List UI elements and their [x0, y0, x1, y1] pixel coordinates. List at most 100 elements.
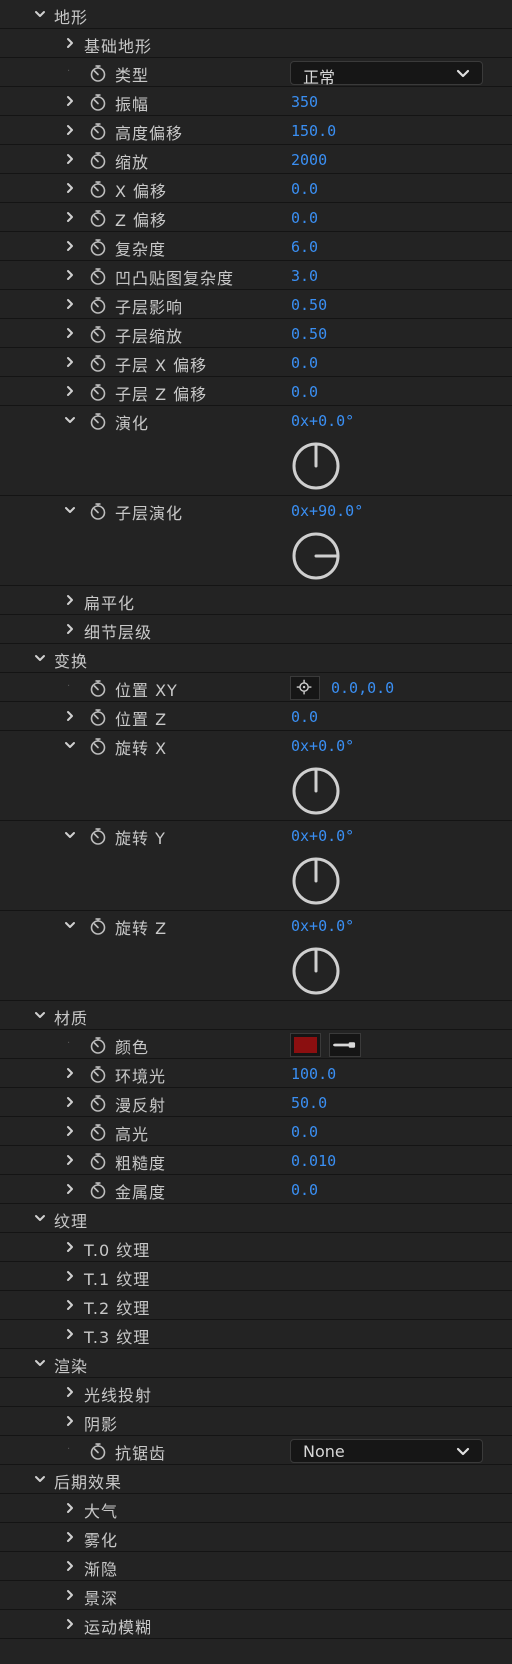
prop-ambient-value[interactable]: 100.0 [291, 1065, 336, 1083]
chevron-down-icon[interactable] [62, 412, 78, 428]
stopwatch-icon[interactable] [88, 916, 108, 936]
stopwatch-icon[interactable] [88, 92, 108, 112]
eyedropper-icon[interactable] [329, 1033, 361, 1057]
chevron-right-icon[interactable] [62, 1384, 78, 1400]
stopwatch-icon[interactable] [88, 266, 108, 286]
chevron-right-icon[interactable] [62, 354, 78, 370]
angle-dial[interactable] [290, 855, 342, 907]
chevron-right-icon[interactable] [62, 708, 78, 724]
chevron-right-icon[interactable] [62, 1094, 78, 1110]
chevron-right-icon[interactable] [62, 1500, 78, 1516]
stopwatch-icon[interactable] [88, 1180, 108, 1200]
stopwatch-icon[interactable] [88, 150, 108, 170]
crosshair-point-icon[interactable] [290, 676, 320, 700]
prop-sublayer-influence-value[interactable]: 0.50 [291, 296, 327, 314]
chevron-right-icon[interactable] [62, 1616, 78, 1632]
stopwatch-icon[interactable] [88, 1122, 108, 1142]
chevron-right-icon[interactable] [62, 1413, 78, 1429]
prop-amplitude-value[interactable]: 350 [291, 93, 318, 111]
angle-dial[interactable] [290, 945, 342, 997]
stopwatch-icon[interactable] [88, 1093, 108, 1113]
prop-sublayer-x-offset-value[interactable]: 0.0 [291, 354, 318, 372]
stopwatch-icon[interactable] [88, 353, 108, 373]
chevron-right-icon[interactable] [62, 1587, 78, 1603]
stopwatch-icon[interactable] [88, 382, 108, 402]
chevron-down-icon[interactable] [32, 1210, 48, 1226]
chevron-right-icon[interactable] [62, 93, 78, 109]
prop-diffuse-value[interactable]: 50.0 [291, 1094, 327, 1112]
prop-specular-value[interactable]: 0.0 [291, 1123, 318, 1141]
stopwatch-icon[interactable] [88, 237, 108, 257]
prop-position-xy-value[interactable]: 0.0,0.0 [331, 679, 394, 697]
prop-complexity-value[interactable]: 6.0 [291, 238, 318, 256]
chevron-down-icon[interactable] [62, 737, 78, 753]
angle-dial[interactable] [290, 765, 342, 817]
stopwatch-icon[interactable] [88, 1064, 108, 1084]
chevron-right-icon[interactable] [62, 1326, 78, 1342]
chevron-right-icon[interactable] [62, 1558, 78, 1574]
stopwatch-icon[interactable] [88, 324, 108, 344]
chevron-right-icon[interactable] [62, 592, 78, 608]
chevron-right-icon[interactable] [62, 1529, 78, 1545]
stopwatch-icon[interactable] [88, 678, 108, 698]
stopwatch-icon[interactable] [88, 179, 108, 199]
prop-sublayer-scale-value[interactable]: 0.50 [291, 325, 327, 343]
chevron-right-icon[interactable] [62, 122, 78, 138]
chevron-down-icon[interactable] [62, 502, 78, 518]
chevron-right-icon[interactable] [62, 151, 78, 167]
chevron-right-icon[interactable] [62, 621, 78, 637]
chevron-right-icon[interactable] [62, 325, 78, 341]
chevron-right-icon[interactable] [62, 1065, 78, 1081]
chevron-right-icon[interactable] [62, 238, 78, 254]
prop-x-offset-value[interactable]: 0.0 [291, 180, 318, 198]
stopwatch-icon[interactable] [88, 736, 108, 756]
chevron-right-icon[interactable] [62, 1152, 78, 1168]
chevron-down-icon[interactable] [62, 917, 78, 933]
prop-sublayer-z-offset-value[interactable]: 0.0 [291, 383, 318, 401]
prop-bump-complexity-value[interactable]: 3.0 [291, 267, 318, 285]
stopwatch-icon[interactable] [88, 63, 108, 83]
prop-z-offset-value[interactable]: 0.0 [291, 209, 318, 227]
chevron-right-icon[interactable] [62, 1123, 78, 1139]
chevron-right-icon[interactable] [62, 383, 78, 399]
prop-type-select[interactable]: 正常 [290, 61, 483, 87]
chevron-right-icon[interactable] [62, 35, 78, 51]
chevron-down-icon[interactable] [32, 1471, 48, 1487]
chevron-right-icon[interactable] [62, 1297, 78, 1313]
chevron-right-icon[interactable] [62, 1181, 78, 1197]
angle-dial[interactable] [290, 440, 342, 492]
stopwatch-icon[interactable] [88, 501, 108, 521]
stopwatch-icon[interactable] [88, 121, 108, 141]
prop-position-z-value[interactable]: 0.0 [291, 708, 318, 726]
chevron-right-icon[interactable] [62, 209, 78, 225]
chevron-right-icon[interactable] [62, 267, 78, 283]
stopwatch-icon[interactable] [88, 411, 108, 431]
prop-height-offset-value[interactable]: 150.0 [291, 122, 336, 140]
prop-antialias-select[interactable]: None [290, 1439, 483, 1463]
color-swatch[interactable] [290, 1033, 321, 1057]
prop-sublayer-evolution-value[interactable]: 0x+90.0° [291, 502, 363, 520]
chevron-right-icon[interactable] [62, 1239, 78, 1255]
chevron-down-icon[interactable] [32, 1007, 48, 1023]
stopwatch-icon[interactable] [88, 707, 108, 727]
chevron-right-icon[interactable] [62, 1268, 78, 1284]
prop-scale-value[interactable]: 2000 [291, 151, 327, 169]
prop-evolution-value[interactable]: 0x+0.0° [291, 412, 354, 430]
stopwatch-icon[interactable] [88, 1151, 108, 1171]
prop-rotation-z-value[interactable]: 0x+0.0° [291, 917, 354, 935]
chevron-down-icon[interactable] [32, 6, 48, 22]
angle-dial[interactable] [290, 530, 342, 582]
chevron-down-icon[interactable] [62, 827, 78, 843]
chevron-down-icon[interactable] [32, 1355, 48, 1371]
prop-metalness-value[interactable]: 0.0 [291, 1181, 318, 1199]
stopwatch-icon[interactable] [88, 208, 108, 228]
stopwatch-icon[interactable] [88, 826, 108, 846]
prop-roughness-value[interactable]: 0.010 [291, 1152, 336, 1170]
chevron-down-icon[interactable] [32, 650, 48, 666]
chevron-right-icon[interactable] [62, 296, 78, 312]
stopwatch-icon[interactable] [88, 1441, 108, 1461]
chevron-right-icon[interactable] [62, 180, 78, 196]
prop-rotation-x-value[interactable]: 0x+0.0° [291, 737, 354, 755]
prop-rotation-y-value[interactable]: 0x+0.0° [291, 827, 354, 845]
stopwatch-icon[interactable] [88, 1035, 108, 1055]
